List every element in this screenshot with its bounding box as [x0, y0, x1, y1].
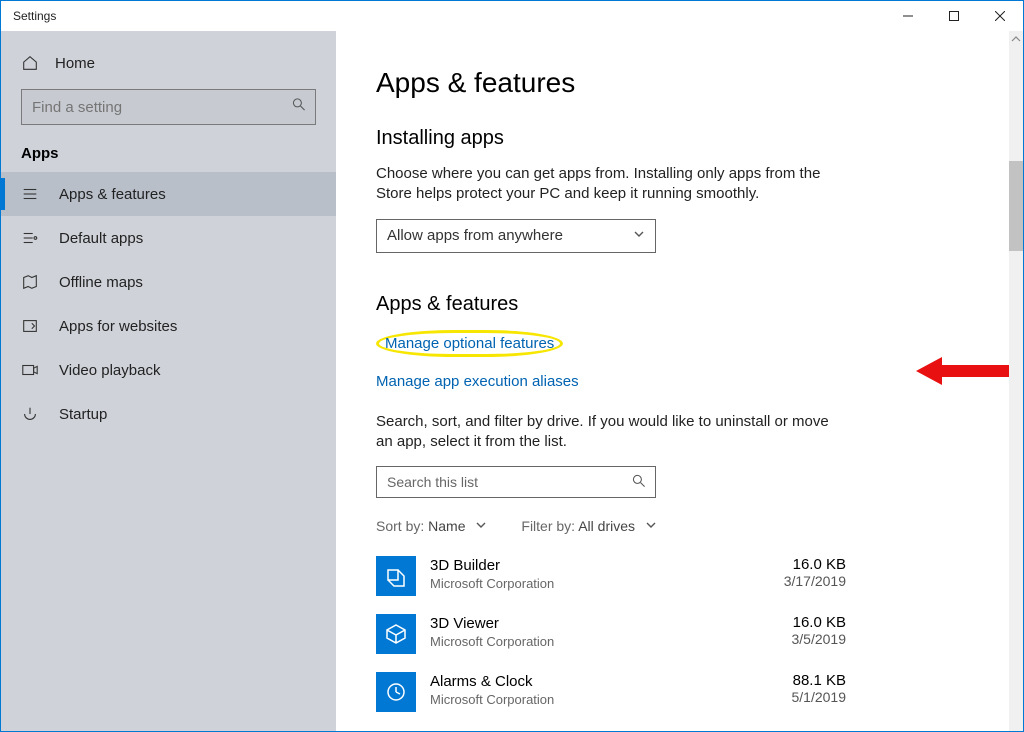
scroll-up-icon[interactable]	[1009, 31, 1023, 47]
filter-label: Filter by:	[521, 518, 575, 534]
list-desc: Search, sort, and filter by drive. If yo…	[376, 412, 836, 453]
installing-apps-desc: Choose where you can get apps from. Inst…	[376, 164, 836, 205]
search-list-input[interactable]: Search this list	[376, 466, 656, 498]
find-setting-input[interactable]	[21, 89, 316, 125]
nav-label: Apps for websites	[59, 318, 177, 335]
app-icon	[376, 614, 416, 654]
nav-apps-websites[interactable]: Apps for websites	[1, 304, 336, 348]
nav-label: Offline maps	[59, 274, 143, 291]
sort-by-dropdown[interactable]: Sort by: Name	[376, 518, 487, 534]
nav-offline-maps[interactable]: Offline maps	[1, 260, 336, 304]
nav-video-playback[interactable]: Video playback	[1, 348, 336, 392]
nav-label: Default apps	[59, 230, 143, 247]
search-icon	[291, 97, 307, 118]
window-title: Settings	[13, 9, 56, 23]
app-name: Alarms & Clock	[430, 672, 792, 692]
scrollbar-thumb[interactable]	[1009, 161, 1023, 251]
close-button[interactable]	[977, 1, 1023, 31]
page-title: Apps & features	[376, 67, 983, 99]
main-content: Apps & features Installing apps Choose w…	[336, 31, 1023, 731]
nav-label: Apps & features	[59, 186, 166, 203]
app-date: 3/5/2019	[792, 631, 847, 647]
app-size: 16.0 KB	[784, 556, 846, 573]
dropdown-value: Allow apps from anywhere	[387, 227, 563, 244]
default-apps-icon	[21, 229, 39, 247]
app-row[interactable]: Alarms & Clock Microsoft Corporation 88.…	[376, 672, 846, 712]
app-size: 16.0 KB	[792, 614, 847, 631]
app-date: 5/1/2019	[792, 689, 847, 705]
startup-icon	[21, 405, 39, 423]
app-size: 88.1 KB	[792, 672, 847, 689]
app-icon	[376, 672, 416, 712]
nav-apps-features[interactable]: Apps & features	[1, 172, 336, 216]
filter-by-dropdown[interactable]: Filter by: All drives	[521, 518, 657, 534]
app-publisher: Microsoft Corporation	[430, 634, 792, 649]
home-label: Home	[55, 55, 95, 72]
nav-label: Startup	[59, 406, 107, 423]
app-name: 3D Builder	[430, 556, 784, 576]
nav-startup[interactable]: Startup	[1, 392, 336, 436]
app-icon	[376, 556, 416, 596]
nav-default-apps[interactable]: Default apps	[1, 216, 336, 260]
manage-optional-features-link[interactable]: Manage optional features	[376, 330, 563, 357]
video-playback-icon	[21, 361, 39, 379]
app-row[interactable]: 3D Builder Microsoft Corporation 16.0 KB…	[376, 556, 846, 596]
minimize-button[interactable]	[885, 1, 931, 31]
app-date: 3/17/2019	[784, 573, 846, 589]
app-row[interactable]: 3D Viewer Microsoft Corporation 16.0 KB …	[376, 614, 846, 654]
install-source-dropdown[interactable]: Allow apps from anywhere	[376, 219, 656, 253]
chevron-down-icon	[475, 518, 487, 534]
apps-features-heading: Apps & features	[376, 293, 983, 316]
search-icon	[631, 473, 647, 492]
sidebar: Home Apps Apps & features	[1, 31, 336, 731]
apps-websites-icon	[21, 317, 39, 335]
search-list-placeholder: Search this list	[387, 474, 478, 490]
nav-label: Video playback	[59, 362, 160, 379]
apps-features-icon	[21, 185, 39, 203]
home-icon	[21, 54, 39, 72]
manage-execution-aliases-link[interactable]: Manage app execution aliases	[376, 373, 579, 390]
sort-label: Sort by:	[376, 518, 424, 534]
chevron-down-icon	[633, 227, 645, 244]
app-name: 3D Viewer	[430, 614, 792, 634]
find-setting-field[interactable]	[32, 99, 283, 116]
filter-value: All drives	[578, 518, 635, 534]
app-publisher: Microsoft Corporation	[430, 576, 784, 591]
chevron-down-icon	[645, 518, 657, 534]
sort-value: Name	[428, 518, 465, 534]
titlebar: Settings	[1, 1, 1023, 31]
vertical-scrollbar[interactable]	[1009, 31, 1023, 731]
installing-apps-heading: Installing apps	[376, 127, 983, 150]
offline-maps-icon	[21, 273, 39, 291]
section-heading: Apps	[1, 139, 336, 172]
app-publisher: Microsoft Corporation	[430, 692, 792, 707]
maximize-button[interactable]	[931, 1, 977, 31]
home-nav[interactable]: Home	[1, 41, 336, 85]
